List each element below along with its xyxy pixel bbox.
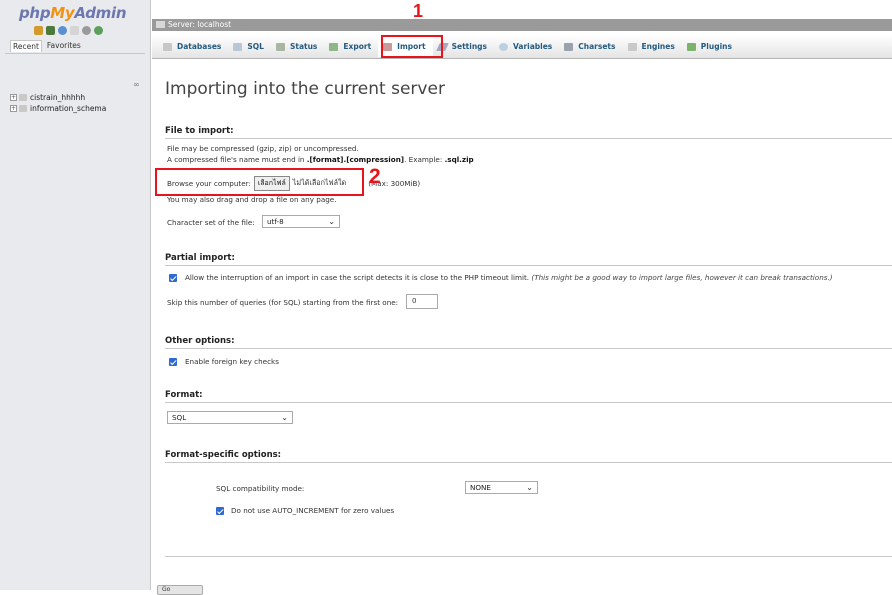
nav-tabs: Recent Favorites: [10, 40, 83, 52]
auto-increment-label: Do not use AUTO_INCREMENT for zero value…: [231, 506, 395, 515]
reload-icon[interactable]: [94, 26, 103, 35]
server-icon: [156, 21, 165, 28]
expand-icon[interactable]: +: [10, 94, 17, 101]
section-divider: [165, 556, 892, 557]
format-select[interactable]: SQL ⌄: [167, 411, 293, 424]
allow-interrupt-checkbox[interactable]: [169, 274, 177, 282]
quick-links: [34, 26, 103, 35]
tab-favorites[interactable]: Favorites: [45, 40, 83, 52]
foreign-key-checkbox[interactable]: [169, 358, 177, 366]
docs-icon[interactable]: [70, 26, 79, 35]
database-name[interactable]: cistrain_hhhhh: [30, 93, 85, 102]
section-divider: [165, 348, 892, 349]
database-tree: + cistrain_hhhhh + information_schema: [10, 92, 106, 114]
section-divider: [165, 265, 892, 266]
section-format-specific: Format-specific options:: [165, 450, 282, 460]
drag-drop-hint: You may also drag and drop a file on any…: [167, 195, 337, 204]
charset-label: Character set of the file:: [167, 218, 255, 227]
nav-tab-divider: [5, 53, 145, 54]
annotation-number-2: 2: [369, 165, 381, 188]
main-content: Importing into the current server File t…: [165, 0, 892, 590]
foreign-key-label: Enable foreign key checks: [185, 357, 279, 366]
navigation-panel: phpMyAdmin Recent Favorites ∞ + cistrain…: [0, 0, 151, 590]
sql-compat-select[interactable]: NONE ⌄: [465, 481, 538, 494]
section-divider: [165, 462, 892, 463]
section-format: Format:: [165, 390, 203, 400]
charset-select[interactable]: utf-8 ⌄: [262, 215, 340, 228]
database-icon: [19, 94, 27, 101]
section-divider: [165, 402, 892, 403]
go-button[interactable]: Go: [157, 585, 203, 595]
sql-compat-label: SQL compatibility mode:: [216, 484, 305, 493]
tree-item-db[interactable]: + information_schema: [10, 103, 106, 114]
filename-note: A compressed file's name must end in .[f…: [167, 155, 474, 164]
link-with-main-icon[interactable]: ∞: [133, 80, 140, 89]
compression-note: File may be compressed (gzip, zip) or un…: [167, 144, 359, 153]
settings-icon[interactable]: [82, 26, 91, 35]
page-title: Importing into the current server: [165, 79, 445, 99]
database-icon: [19, 105, 27, 112]
annotation-box-browse: [155, 168, 364, 196]
section-partial-import: Partial import:: [165, 253, 235, 263]
auto-increment-checkbox[interactable]: [216, 507, 224, 515]
section-other-options: Other options:: [165, 336, 235, 346]
chevron-down-icon: ⌄: [526, 483, 533, 492]
tab-recent[interactable]: Recent: [10, 40, 42, 52]
skip-queries-label: Skip this number of queries (for SQL) st…: [167, 298, 399, 307]
database-name[interactable]: information_schema: [30, 104, 106, 113]
home-icon[interactable]: [34, 26, 43, 35]
allow-interrupt-label: Allow the interruption of an import in c…: [185, 273, 833, 282]
section-divider: [165, 138, 892, 139]
exit-icon[interactable]: [46, 26, 55, 35]
chevron-down-icon: ⌄: [328, 217, 335, 226]
expand-icon[interactable]: +: [10, 105, 17, 112]
phpmyadmin-logo[interactable]: phpMyAdmin: [19, 4, 127, 22]
section-file-to-import: File to import:: [165, 126, 234, 136]
skip-queries-input[interactable]: 0: [406, 294, 438, 309]
chevron-down-icon: ⌄: [281, 413, 288, 422]
tree-item-db[interactable]: + cistrain_hhhhh: [10, 92, 106, 103]
help-icon[interactable]: [58, 26, 67, 35]
